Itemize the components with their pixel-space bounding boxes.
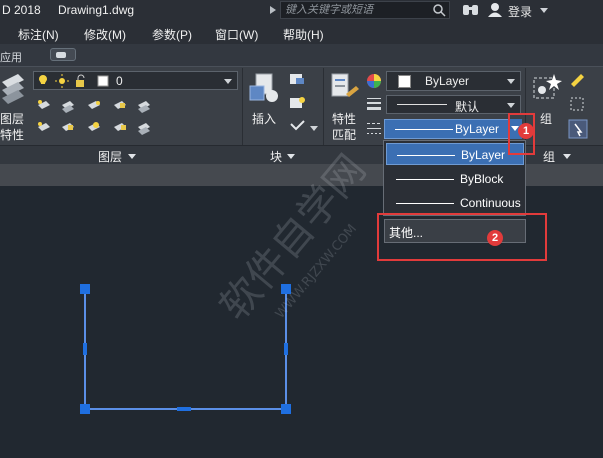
lineweight-preview (397, 104, 447, 105)
lineweight-dropdown[interactable]: 默认 (386, 95, 521, 114)
annotation-number-1: 1 (518, 123, 534, 139)
layer-dropdown[interactable]: 0 (33, 71, 238, 90)
group-tools-icon-group[interactable] (568, 72, 588, 140)
block-tools-icon-group[interactable] (288, 72, 308, 138)
color-swatch (398, 75, 411, 88)
user-icon[interactable] (487, 2, 503, 18)
color-dropdown[interactable]: ByLayer (386, 71, 521, 91)
insert-label: 插入 (252, 112, 277, 126)
layers-panel-title[interactable]: 图层 (98, 148, 122, 165)
linetype-option-byblock[interactable]: ByBlock (386, 168, 524, 190)
login-dropdown-icon[interactable] (540, 8, 548, 13)
app-title: D 2018 (2, 3, 41, 17)
menu-dimension[interactable]: 标注(N) (18, 26, 59, 43)
search-input[interactable]: 键入关键字或短语 (280, 1, 450, 19)
linetype-option-label: Continuous (460, 196, 521, 210)
block-panel-title[interactable]: 块 (270, 148, 282, 165)
match-properties-label-1: 特性 (332, 112, 357, 126)
layer-tools-icon-group[interactable] (36, 97, 156, 137)
linetype-option-label: ByBlock (460, 172, 504, 186)
lineweight-icon[interactable] (366, 97, 382, 111)
menu-parametric[interactable]: 参数(P) (152, 26, 192, 43)
color-wheel-icon[interactable] (366, 73, 382, 89)
lineweight-dropdown-arrow-icon[interactable] (507, 103, 515, 108)
layer-properties-label-2: 特性 (0, 128, 25, 142)
insert-block-icon[interactable] (248, 72, 278, 106)
ribbon-toggle-button[interactable] (50, 48, 76, 61)
groups-panel-title[interactable]: 组 (543, 148, 555, 165)
match-properties-icon[interactable] (330, 72, 360, 106)
annotation-number-2: 2 (487, 230, 503, 246)
match-properties-label-2: 匹配 (332, 128, 357, 142)
binoculars-icon[interactable] (462, 2, 480, 18)
linetype-option-bylayer[interactable]: ByLayer (386, 143, 524, 165)
title-bar: D 2018 Drawing1.dwg 键入关键字或短语 登录 (0, 0, 603, 22)
color-current-value: ByLayer (425, 74, 470, 88)
linetype-dropdown-list: ByLayer ByBlock Continuous (383, 140, 526, 216)
layer-properties-label-1: 图层 (0, 112, 25, 126)
linetype-option-preview (396, 203, 454, 204)
color-dropdown-arrow-icon[interactable] (507, 79, 515, 84)
login-link[interactable]: 登录 (508, 3, 532, 20)
block-panel-expand-icon[interactable] (287, 154, 295, 159)
layers-panel-expand-icon[interactable] (128, 154, 136, 159)
layer-properties-icon[interactable] (0, 70, 26, 110)
group-icon[interactable] (532, 72, 562, 104)
lineweight-current-value: 默认 (455, 100, 480, 114)
annotation-box-2 (377, 213, 547, 261)
linetype-current-value: ByLayer (455, 122, 500, 136)
group-label: 组 (540, 112, 553, 126)
layer-dropdown-arrow-icon[interactable] (224, 79, 232, 84)
block-tools-arrow-icon[interactable] (310, 126, 318, 131)
search-arrow-icon[interactable] (268, 4, 278, 16)
layer-current-value: 0 (116, 74, 123, 88)
menu-window[interactable]: 窗口(W) (215, 26, 258, 43)
ribbon-tab-bar: 应用 (0, 44, 603, 66)
linetype-option-preview (396, 179, 454, 180)
selected-polyline[interactable] (84, 289, 287, 410)
menu-bar: 标注(N) 修改(M) 参数(P) 窗口(W) 帮助(H) (0, 22, 603, 44)
linetype-preview (395, 129, 453, 130)
tab-apply[interactable]: 应用 (0, 49, 22, 65)
grip-points[interactable] (80, 284, 291, 414)
linetype-option-continuous[interactable]: Continuous (386, 192, 524, 214)
linetype-option-label: ByLayer (461, 148, 506, 162)
linetype-dropdown[interactable]: ByLayer (384, 119, 521, 139)
layer-state-icons (39, 74, 109, 88)
linetype-option-preview (397, 155, 455, 156)
menu-modify[interactable]: 修改(M) (84, 26, 126, 43)
search-icon[interactable] (432, 3, 446, 17)
document-title: Drawing1.dwg (58, 3, 135, 17)
groups-panel-expand-icon[interactable] (563, 154, 571, 159)
linetype-icon[interactable] (366, 122, 382, 136)
menu-help[interactable]: 帮助(H) (283, 26, 324, 43)
